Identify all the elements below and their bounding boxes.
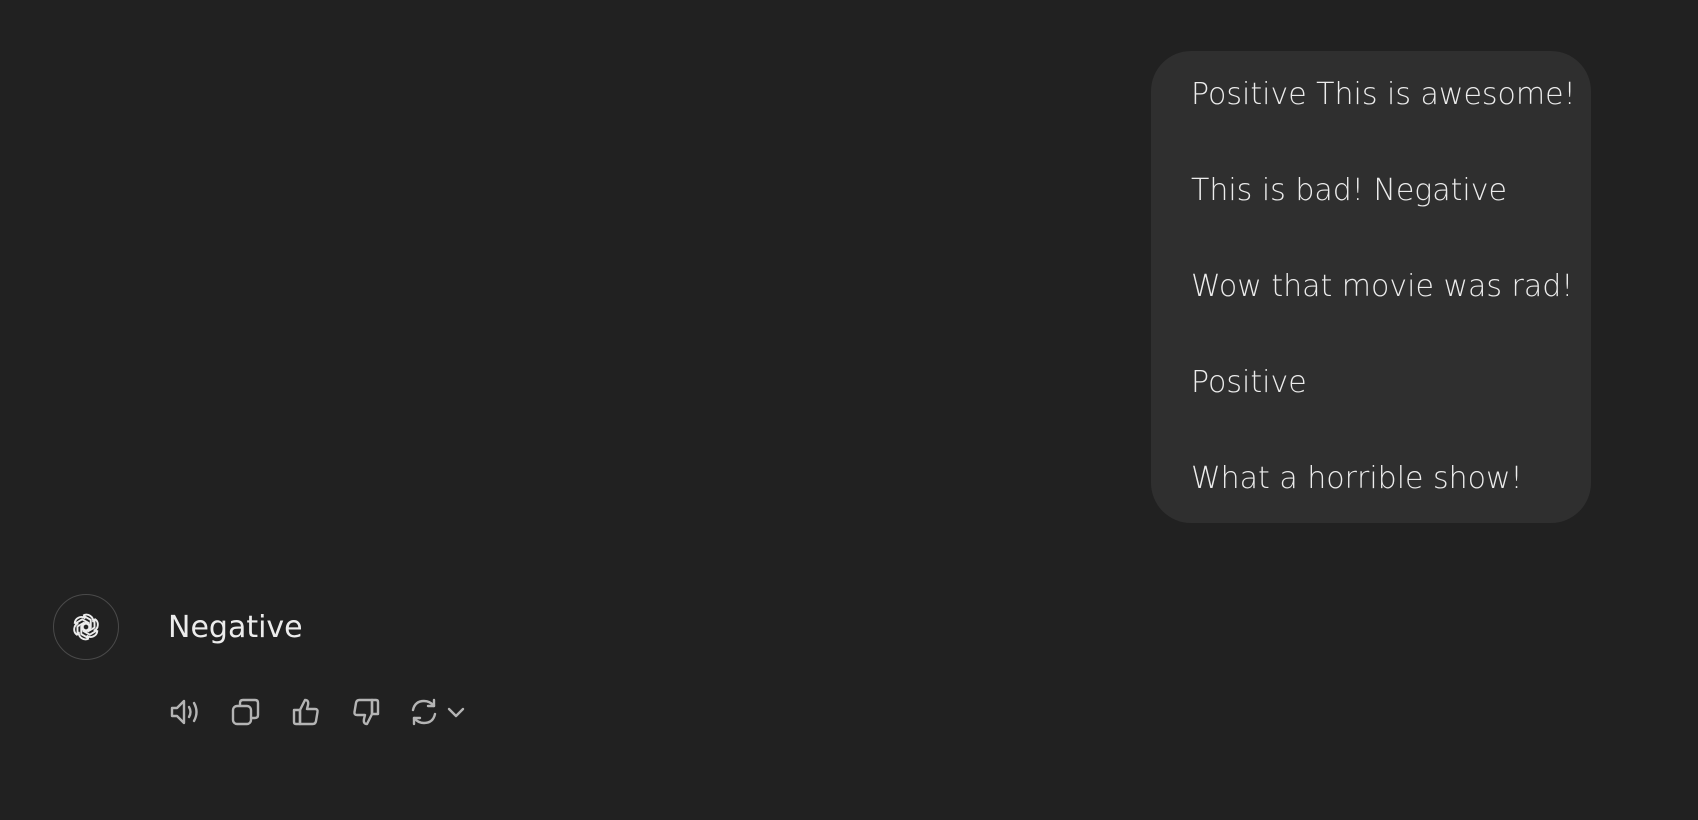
regenerate-icon-wrap [404, 690, 444, 734]
chevron-down-icon [447, 707, 465, 718]
user-message-line: This is bad! Negative [1191, 173, 1507, 208]
assistant-avatar [53, 594, 119, 660]
read-aloud-button[interactable] [164, 690, 208, 734]
message-action-bar [164, 690, 468, 734]
openai-logo-icon [73, 613, 99, 641]
user-message-line: Wow that movie was rad! [1191, 269, 1574, 304]
user-message-line: Positive This is awesome! [1191, 77, 1576, 112]
user-message-line: Positive [1191, 365, 1307, 400]
copy-button[interactable] [224, 690, 268, 734]
assistant-message-text: Negative [168, 610, 303, 645]
speaker-icon [170, 699, 198, 725]
good-response-button[interactable] [284, 690, 328, 734]
refresh-icon [411, 698, 437, 726]
copy-icon [231, 698, 260, 726]
user-message-line: What a horrible show! [1191, 461, 1523, 496]
bad-response-button[interactable] [344, 690, 388, 734]
thumbs-down-icon [353, 698, 380, 726]
regenerate-button[interactable] [404, 690, 468, 734]
model-switcher-toggle[interactable] [444, 700, 468, 724]
user-message-bubble: Positive This is awesome! This is bad! N… [1151, 51, 1591, 523]
thumbs-up-icon [292, 698, 319, 726]
